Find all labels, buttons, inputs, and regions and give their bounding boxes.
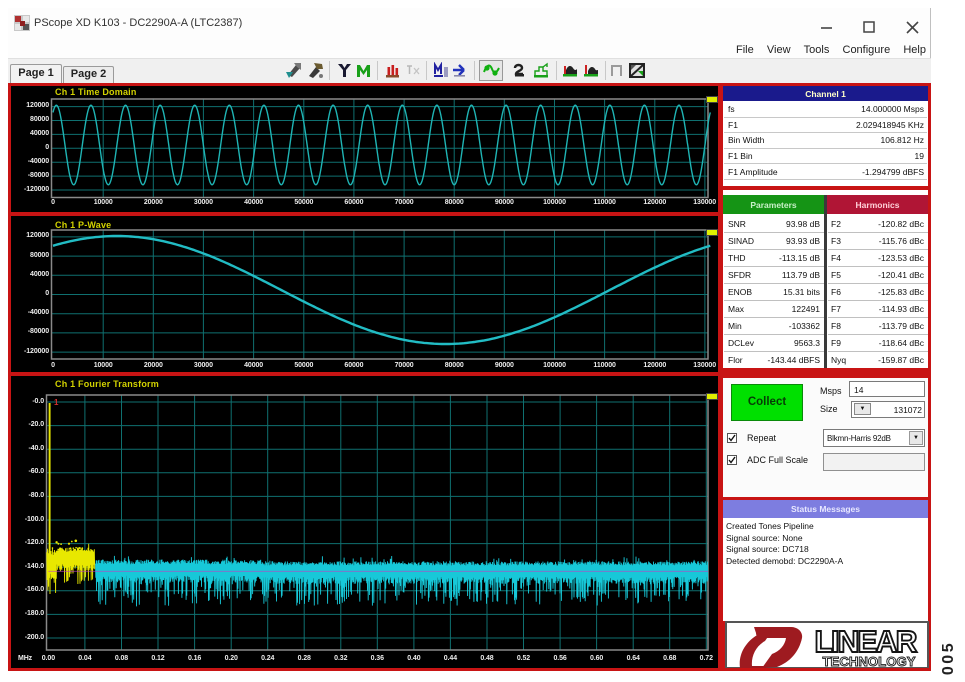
svg-text:LINEAR: LINEAR (815, 624, 918, 659)
svg-text:TECHNOLOGY: TECHNOLOGY (823, 655, 917, 669)
